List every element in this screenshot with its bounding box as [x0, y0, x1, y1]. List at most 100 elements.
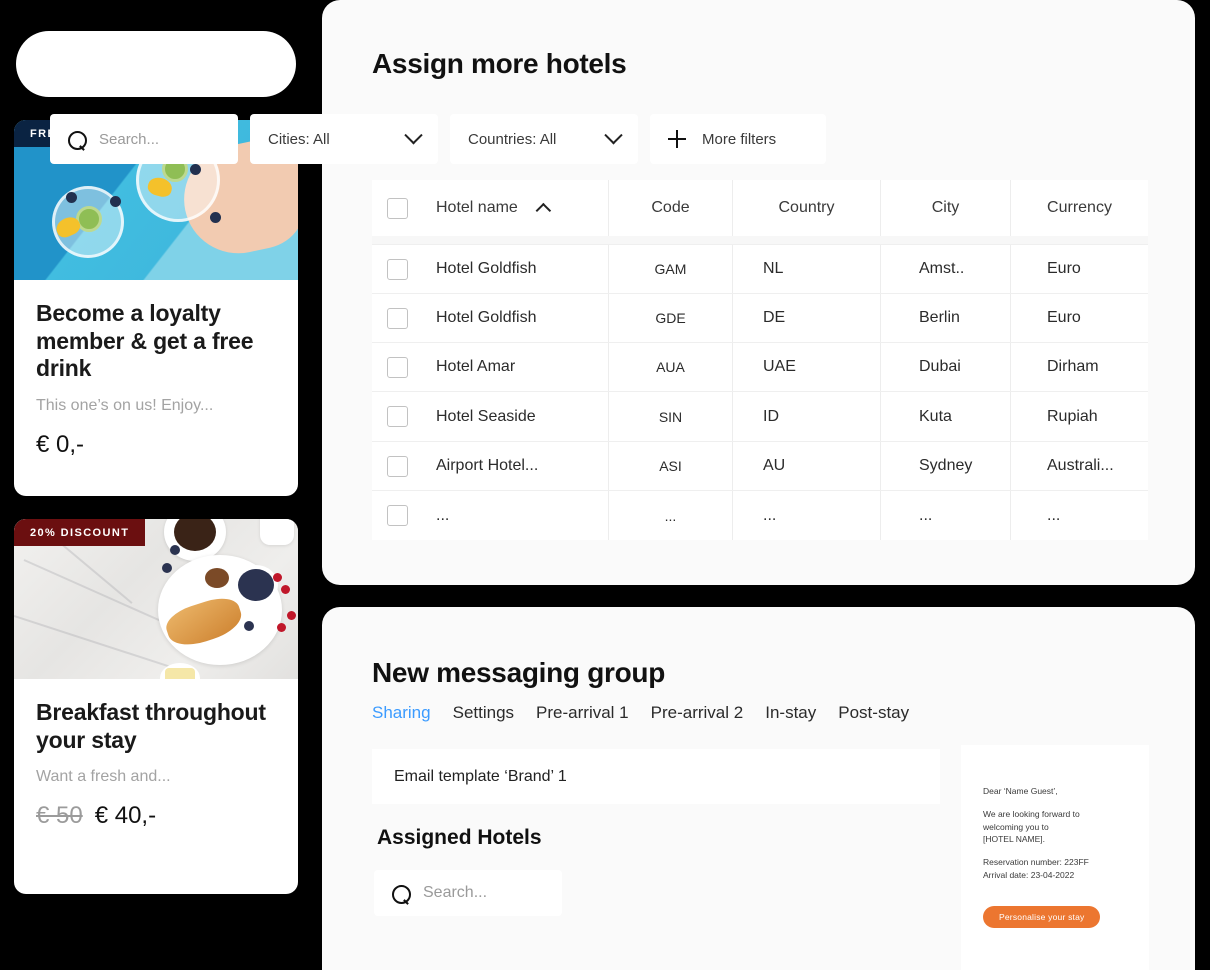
cell-code: SIN: [608, 392, 732, 441]
messaging-panel-title: New messaging group: [372, 657, 666, 688]
app-root: FREE Become a loyalty member & get a fre…: [0, 0, 1210, 970]
redcurrant-shape: [287, 611, 296, 620]
redcurrant-shape: [281, 585, 290, 594]
promo-body: Become a loyalty member & get a free dri…: [14, 280, 298, 459]
tab-pre-arrival-1[interactable]: Pre-arrival 1: [536, 703, 629, 725]
plus-icon: [668, 130, 686, 148]
assigned-hotels-title: Assigned Hotels: [377, 826, 542, 849]
promo-card[interactable]: 20% DISCOUNT Breakfast throughout your s…: [14, 519, 298, 894]
cell-currency: Euro: [1010, 245, 1148, 293]
table-row[interactable]: Hotel Goldfish GDE DE Berlin Euro: [372, 293, 1148, 342]
more-filters-label: More filters: [702, 130, 777, 148]
promo-card[interactable]: FREE Become a loyalty member & get a fre…: [14, 120, 298, 496]
select-all-checkbox[interactable]: [386, 197, 408, 219]
email-preview-card: Dear ‘Name Guest’, We are looking forwar…: [961, 745, 1149, 970]
chevron-down-icon: [404, 125, 423, 144]
cell-currency: Euro: [1010, 294, 1148, 342]
row-checkbox-cell[interactable]: [372, 442, 422, 490]
cell-city: Sydney: [880, 442, 1010, 490]
row-checkbox[interactable]: [386, 505, 408, 526]
promo-image-breakfast: 20% DISCOUNT: [14, 519, 298, 679]
berry-shape: [110, 196, 121, 207]
redcurrant-shape: [277, 623, 286, 632]
row-checkbox[interactable]: [386, 455, 408, 477]
berry-shape: [66, 192, 77, 203]
column-header-country[interactable]: Country: [732, 180, 880, 236]
row-checkbox-cell[interactable]: [372, 491, 422, 540]
row-checkbox-cell[interactable]: [372, 392, 422, 441]
promo-price: € 0,-: [36, 430, 85, 458]
milk-jug-shape: [260, 519, 294, 545]
select-all-checkbox-cell[interactable]: [372, 180, 422, 236]
column-header-city[interactable]: City: [880, 180, 1010, 236]
email-greeting: Dear ‘Name Guest’,: [983, 786, 1058, 796]
table-row[interactable]: Hotel Amar AUA UAE Dubai Dirham: [372, 342, 1148, 391]
column-header-currency[interactable]: Currency: [1010, 180, 1148, 236]
row-checkbox[interactable]: [386, 307, 408, 329]
tab-settings[interactable]: Settings: [453, 703, 514, 725]
countries-filter-dropdown[interactable]: Countries: All: [450, 114, 638, 164]
row-checkbox-cell[interactable]: [372, 245, 422, 293]
cell-currency: Dirham: [1010, 343, 1148, 391]
column-header-code[interactable]: Code: [608, 180, 732, 236]
search-input[interactable]: Search...: [50, 114, 238, 164]
sort-ascending-icon[interactable]: [535, 202, 551, 218]
table-row[interactable]: ... ... ... ... ...: [372, 490, 1148, 540]
hotels-table: Hotel name Code Country City Currency Ho…: [372, 180, 1148, 540]
cell-code: ...: [608, 491, 732, 540]
cell-country: DE: [732, 294, 880, 342]
chevron-down-icon: [604, 125, 623, 144]
tab-post-stay[interactable]: Post-stay: [838, 703, 909, 725]
cell-hotel-name: Hotel Amar: [436, 358, 516, 375]
cities-filter-label: Cities: All: [268, 130, 330, 148]
cell-currency: Australi...: [1010, 442, 1148, 490]
cities-filter-dropdown[interactable]: Cities: All: [250, 114, 438, 164]
table-header-separator: [372, 236, 1148, 244]
cell-hotel-name: Hotel Goldfish: [436, 260, 537, 277]
cell-city: Berlin: [880, 294, 1010, 342]
table-row[interactable]: Airport Hotel... ASI AU Sydney Australi.…: [372, 441, 1148, 490]
table-row[interactable]: Hotel Goldfish GAM NL Amst.. Euro: [372, 244, 1148, 293]
cell-country: ...: [732, 491, 880, 540]
email-body-line-1: We are looking forward to: [983, 809, 1080, 820]
cell-country: NL: [732, 245, 880, 293]
column-header-hotel-name[interactable]: Hotel name: [422, 180, 608, 236]
table-row[interactable]: Hotel Seaside SIN ID Kuta Rupiah: [372, 391, 1148, 441]
email-body-line-3: [HOTEL NAME].: [983, 833, 1046, 844]
tab-sharing[interactable]: Sharing: [372, 703, 431, 725]
row-checkbox-cell[interactable]: [372, 294, 422, 342]
cell-city: Dubai: [880, 343, 1010, 391]
filter-bar: Search... Cities: All Countries: All Mor…: [50, 114, 826, 164]
row-checkbox[interactable]: [386, 406, 408, 427]
row-checkbox[interactable]: [386, 356, 408, 378]
messaging-tabs: Sharing Settings Pre-arrival 1 Pre-arriv…: [372, 703, 909, 725]
tab-in-stay[interactable]: In-stay: [765, 703, 816, 725]
column-label: Code: [651, 199, 690, 216]
promo-title: Breakfast throughout your stay: [36, 699, 266, 753]
marble-vein: [14, 615, 176, 670]
search-icon: [392, 884, 411, 904]
berry-shape: [210, 212, 221, 223]
cell-city: Kuta: [880, 392, 1010, 441]
row-checkbox-cell[interactable]: [372, 343, 422, 391]
more-filters-button[interactable]: More filters: [650, 114, 826, 164]
row-checkbox[interactable]: [386, 258, 408, 280]
column-label: Country: [778, 199, 835, 216]
blueberry-shape: [162, 563, 172, 573]
promo-price: € 40,-: [94, 802, 157, 830]
assigned-search-placeholder: Search...: [423, 884, 488, 901]
column-label: City: [931, 199, 960, 216]
cell-currency: Rupiah: [1010, 392, 1148, 441]
email-template-field[interactable]: Email template ‘Brand’ 1: [372, 749, 940, 804]
assigned-hotels-search-input[interactable]: Search...: [374, 870, 562, 916]
promo-description: Want a fresh and...: [36, 768, 171, 786]
promo-description: This one’s on us! Enjoy...: [36, 396, 214, 414]
personalise-stay-button[interactable]: Personalise your stay: [983, 905, 1101, 928]
cell-code: GAM: [608, 245, 732, 293]
tab-pre-arrival-2[interactable]: Pre-arrival 2: [651, 703, 744, 725]
cell-currency: ...: [1010, 491, 1148, 540]
page-title: Assign more hotels: [372, 48, 627, 79]
promo-badge: 20% DISCOUNT: [14, 519, 146, 546]
column-label: Hotel name: [436, 199, 518, 216]
top-search-pill[interactable]: [16, 31, 296, 97]
